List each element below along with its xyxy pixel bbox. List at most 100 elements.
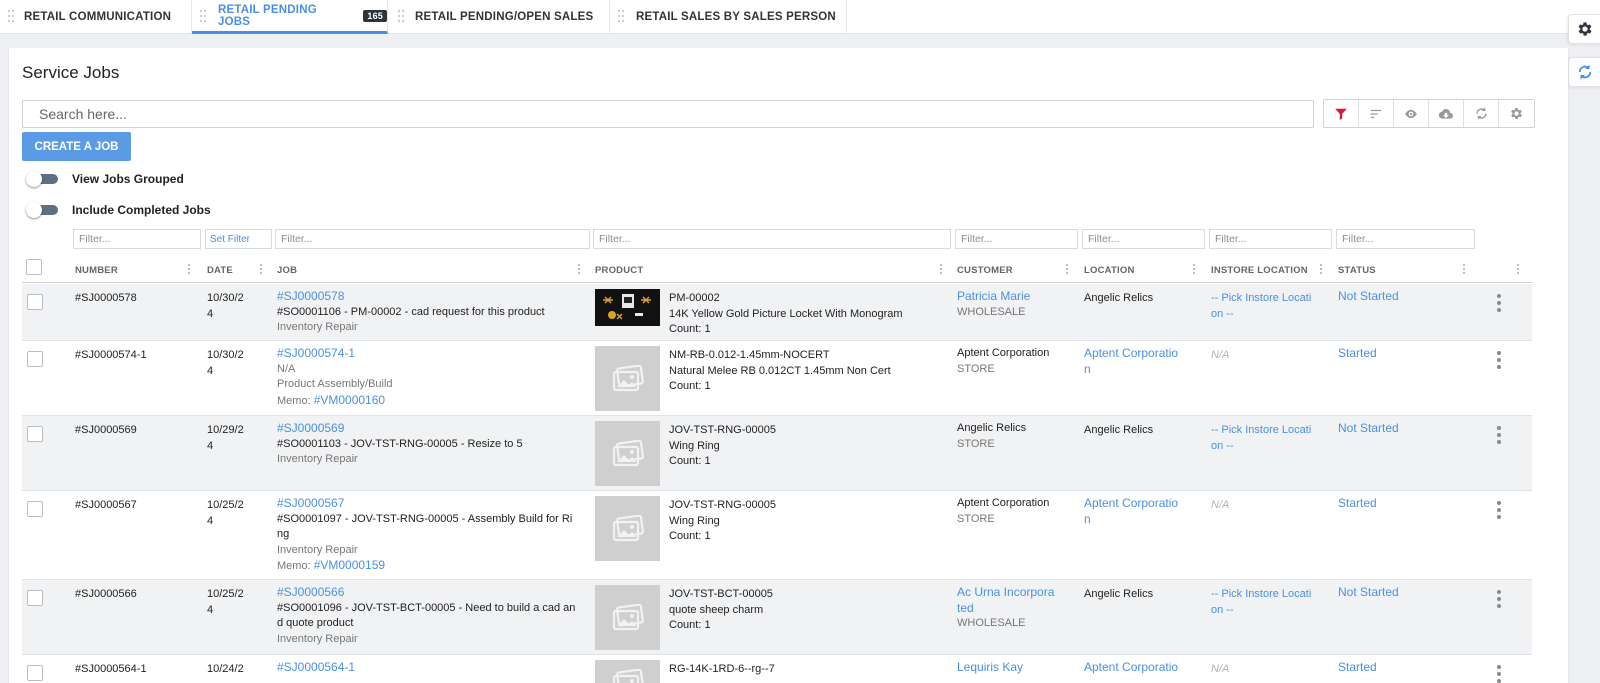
customer-name[interactable]: Patricia Marie [957, 289, 1072, 305]
job-link[interactable]: #SJ0000567 [277, 496, 577, 512]
filter-location[interactable] [1082, 229, 1205, 249]
product-line: Count: 1 [669, 619, 711, 631]
search-input[interactable] [22, 100, 1314, 128]
row-checkbox[interactable] [27, 294, 43, 310]
column-header-number[interactable]: NUMBER [75, 265, 118, 276]
view-jobs-grouped-toggle[interactable] [26, 171, 58, 187]
customer-name[interactable]: Lequiris Kay [957, 660, 1072, 676]
service-jobs-card: Service Jobs CREATE A JOB View Jobs Grou… [9, 48, 1568, 683]
status-link[interactable]: Not Started [1338, 289, 1399, 305]
product-image-placeholder[interactable] [595, 421, 660, 486]
memo-link[interactable]: #VM0000159 [314, 558, 385, 572]
more-options-icon[interactable] [1497, 351, 1501, 369]
column-resize-handle[interactable] [1320, 264, 1323, 276]
include-completed-jobs-toggle[interactable] [26, 202, 58, 218]
product-image-placeholder[interactable] [595, 585, 660, 650]
column-resize-handle[interactable] [578, 264, 581, 276]
filter-date-set-filter[interactable]: Set Filter [205, 229, 272, 249]
column-header-instore-location[interactable]: INSTORE LOCATION [1211, 265, 1308, 276]
more-options-icon[interactable] [1497, 590, 1501, 608]
date-line: 4 [207, 364, 214, 377]
column-resize-handle[interactable] [1517, 264, 1520, 276]
tab-retail-communication[interactable]: RETAIL COMMUNICATION [0, 0, 192, 34]
table-row: #SJ0000566 10/25/2 4 #SJ0000566 #SO0001096 -… [22, 580, 1532, 655]
location-name[interactable]: Aptent Corporatio [1084, 496, 1194, 512]
product-image-placeholder[interactable] [595, 496, 660, 561]
row-checkbox[interactable] [27, 590, 43, 606]
more-options-icon[interactable] [1497, 665, 1501, 683]
location-name[interactable]: Aptent Corporatio [1084, 660, 1194, 676]
job-number: #SJ0000566 [75, 588, 137, 600]
job-link[interactable]: #SJ0000566 [277, 585, 577, 601]
drag-handle-icon[interactable] [8, 10, 14, 24]
grid-settings-button[interactable] [1499, 100, 1534, 127]
more-options-icon[interactable] [1497, 426, 1501, 444]
column-header-job[interactable]: JOB [277, 265, 297, 276]
filter-job[interactable] [275, 229, 590, 249]
sync-side-button[interactable] [1568, 57, 1600, 87]
status-link[interactable]: Started [1338, 496, 1377, 512]
location-name[interactable]: n [1084, 512, 1194, 528]
select-all-checkbox[interactable] [26, 259, 42, 275]
product-image-placeholder[interactable] [595, 660, 660, 683]
instore-location[interactable]: on -- [1211, 603, 1321, 619]
filter-customer[interactable] [955, 229, 1078, 249]
column-resize-handle[interactable] [1066, 264, 1069, 276]
job-link[interactable]: #SJ0000564-1 [277, 660, 577, 676]
filter-instore-location[interactable] [1209, 229, 1332, 249]
filter-button[interactable] [1324, 100, 1359, 127]
product-image-placeholder[interactable] [595, 346, 660, 411]
column-resize-handle[interactable] [1193, 264, 1196, 276]
filter-number[interactable] [73, 229, 201, 249]
filter-status[interactable] [1336, 229, 1475, 249]
instore-location[interactable]: -- Pick Instore Locati [1211, 587, 1321, 603]
view-button[interactable] [1394, 100, 1429, 127]
column-resize-handle[interactable] [940, 264, 943, 276]
more-options-icon[interactable] [1497, 294, 1501, 312]
sort-button[interactable] [1359, 100, 1394, 127]
status-link[interactable]: Not Started [1338, 421, 1399, 437]
job-link[interactable]: #SJ0000569 [277, 421, 577, 437]
drag-handle-icon[interactable] [618, 10, 624, 24]
instore-location[interactable]: on -- [1211, 439, 1321, 455]
drag-handle-icon[interactable] [200, 10, 206, 24]
download-button[interactable] [1429, 100, 1464, 127]
status-link[interactable]: Not Started [1338, 585, 1399, 601]
refresh-button[interactable] [1464, 100, 1499, 127]
create-job-button[interactable]: CREATE A JOB [22, 132, 131, 161]
status-link[interactable]: Started [1338, 660, 1377, 676]
column-header-date[interactable]: DATE [207, 265, 233, 276]
tab-retail-pending-open-sales[interactable]: RETAIL PENDING/OPEN SALES [388, 0, 610, 34]
column-header-product[interactable]: PRODUCT [595, 265, 643, 276]
column-resize-handle[interactable] [188, 264, 191, 276]
row-checkbox[interactable] [27, 665, 43, 681]
more-options-icon[interactable] [1497, 501, 1501, 519]
instore-location-cell: -- Pick Instore Locati on -- [1211, 423, 1321, 454]
column-header-customer[interactable]: CUSTOMER [957, 265, 1013, 276]
location-name[interactable]: n [1084, 362, 1194, 378]
column-header-status[interactable]: STATUS [1338, 265, 1376, 276]
filter-product[interactable] [593, 229, 951, 249]
status-link[interactable]: Started [1338, 346, 1377, 362]
job-link[interactable]: #SJ0000578 [277, 289, 577, 305]
column-resize-handle[interactable] [1463, 264, 1466, 276]
location-name[interactable]: Aptent Corporatio [1084, 346, 1194, 362]
drag-handle-icon[interactable] [398, 10, 404, 24]
row-checkbox[interactable] [27, 351, 43, 367]
instore-location[interactable]: -- Pick Instore Locati [1211, 291, 1321, 307]
column-header-location[interactable]: LOCATION [1084, 265, 1135, 276]
tab-retail-pending-jobs[interactable]: RETAIL PENDING JOBS 165 [192, 0, 388, 34]
column-resize-handle[interactable] [260, 264, 263, 276]
job-type: Inventory Repair [277, 543, 358, 556]
customer-name[interactable]: Ac Urna Incorpora [957, 585, 1072, 601]
product-image[interactable] [595, 289, 660, 326]
row-checkbox[interactable] [27, 426, 43, 442]
customer-name[interactable]: ted [957, 601, 1072, 617]
tab-retail-sales-by-sales-person[interactable]: RETAIL SALES BY SALES PERSON [610, 0, 847, 34]
job-link[interactable]: #SJ0000574-1 [277, 346, 577, 362]
settings-side-button[interactable] [1568, 14, 1600, 44]
row-checkbox[interactable] [27, 501, 43, 517]
memo-link[interactable]: #VM0000160 [314, 393, 385, 407]
instore-location[interactable]: -- Pick Instore Locati [1211, 423, 1321, 439]
instore-location[interactable]: on -- [1211, 307, 1321, 323]
